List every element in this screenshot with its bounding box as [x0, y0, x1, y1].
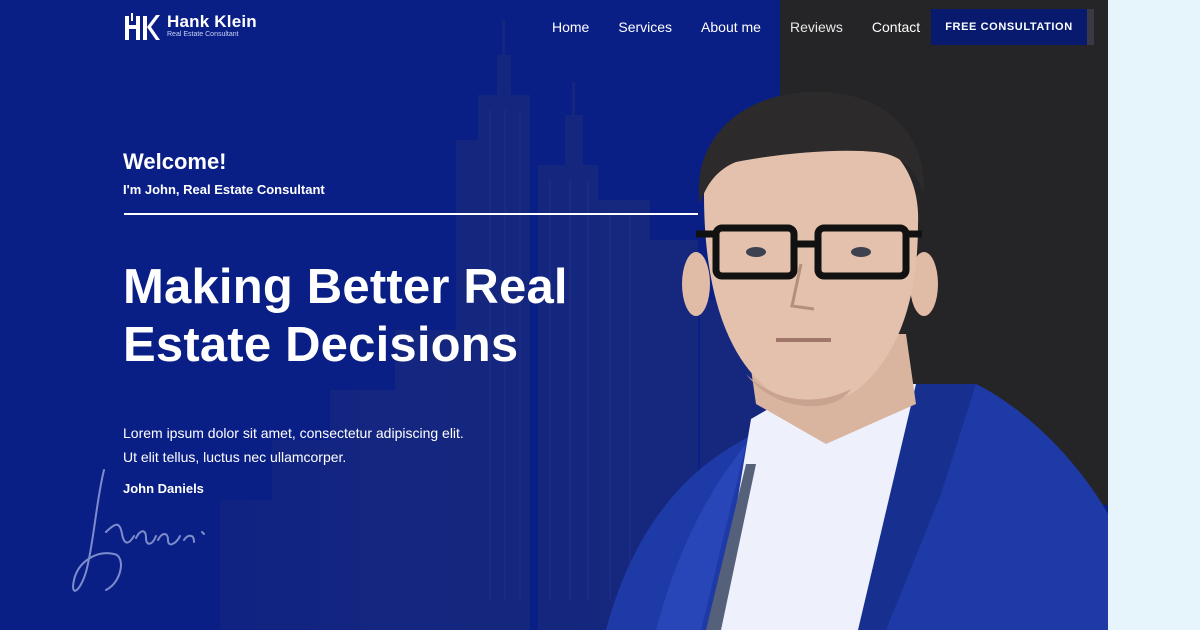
description-line-1: Lorem ipsum dolor sit amet, consectetur …	[123, 425, 464, 441]
intro-subtitle: I'm John, Real Estate Consultant	[123, 182, 325, 197]
hk-monogram-icon	[125, 13, 160, 40]
nav-contact-link[interactable]: Contact	[872, 18, 920, 36]
brand-logo[interactable]: Hank Klein Real Estate Consultant	[123, 12, 257, 42]
brand-tagline: Real Estate Consultant	[167, 31, 239, 38]
signature-icon	[72, 469, 205, 592]
nav-reviews-link[interactable]: Reviews	[790, 18, 843, 36]
free-consultation-button[interactable]: FREE CONSULTATION	[931, 9, 1087, 45]
brand-name: Hank Klein	[167, 12, 257, 31]
divider-line	[124, 213, 698, 215]
page-side-margin	[1108, 0, 1200, 630]
main-nav: Home Services About me Reviews Contact	[552, 18, 949, 36]
hero-headline: Making Better Real Estate Decisions	[123, 260, 568, 372]
nav-about-link[interactable]: About me	[701, 18, 761, 36]
hero-section: Hank Klein Real Estate Consultant Home S…	[0, 0, 1108, 630]
nav-home-link[interactable]: Home	[552, 18, 589, 36]
nav-services-link[interactable]: Services	[618, 18, 672, 36]
cta-shadow-edge	[1087, 9, 1094, 45]
welcome-heading: Welcome!	[123, 149, 227, 174]
